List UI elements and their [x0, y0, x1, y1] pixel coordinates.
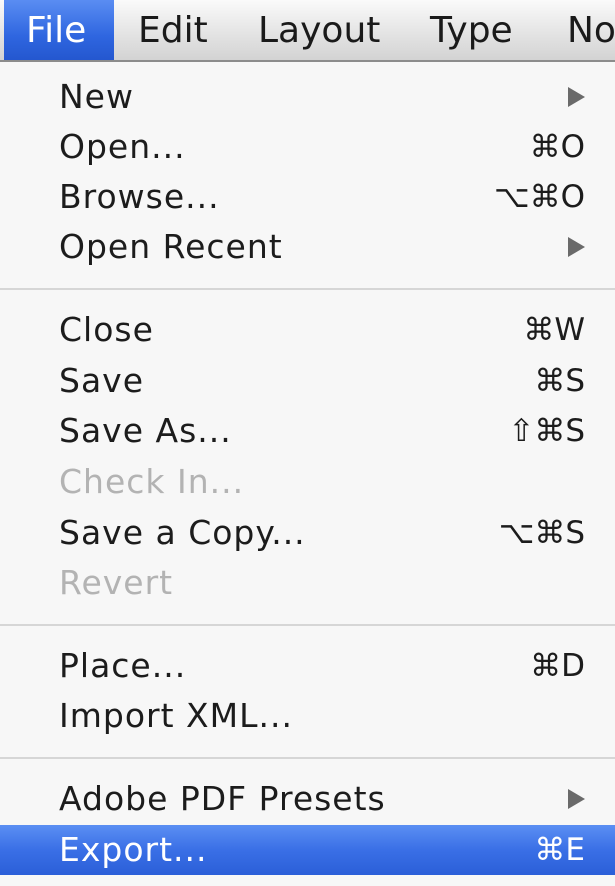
menu-item-label: New: [59, 77, 134, 116]
menu-item-label: Place...: [59, 646, 187, 685]
menu-item-adobe-pdf-presets[interactable]: Adobe PDF Presets: [0, 774, 615, 824]
menu-item-label: Save As...: [59, 411, 232, 450]
menu-item-label: Check In...: [59, 462, 245, 501]
menu-item-save[interactable]: Save ⌘S: [0, 356, 615, 406]
menu-item-label: Browse...: [59, 177, 220, 216]
file-menu-dropdown: New Open... ⌘O Browse... ⌥⌘O Open Recent…: [0, 62, 615, 886]
menu-bar: File Edit Layout Type No: [0, 0, 615, 62]
menu-item-import-xml[interactable]: Import XML...: [0, 691, 615, 741]
menubar-item-layout[interactable]: Layout: [236, 0, 402, 60]
menubar-item-edit[interactable]: Edit: [116, 0, 230, 60]
menubar-item-notes[interactable]: No: [545, 0, 615, 60]
menu-separator: [0, 624, 615, 626]
menu-item-shortcut: ⌘S: [534, 363, 585, 399]
menu-item-label: Adobe PDF Presets: [59, 779, 386, 818]
menu-item-export[interactable]: Export... ⌘E: [0, 825, 615, 875]
submenu-arrow-icon: [568, 87, 585, 107]
menu-item-shortcut: ⌘D: [530, 648, 585, 684]
menu-separator: [0, 757, 615, 759]
menu-item-shortcut: ⌘E: [534, 832, 585, 868]
menu-item-label: Import XML...: [59, 696, 293, 735]
menu-item-revert: Revert: [0, 558, 615, 608]
menu-item-label: Open...: [59, 127, 186, 166]
menu-item-label: Save a Copy...: [59, 513, 306, 552]
menu-item-label: Revert: [59, 563, 174, 602]
menu-item-label: Save: [59, 361, 145, 400]
menu-item-browse[interactable]: Browse... ⌥⌘O: [0, 172, 615, 222]
menubar-item-file[interactable]: File: [4, 0, 114, 60]
menu-separator: [0, 288, 615, 290]
menu-item-shortcut: ⌘W: [523, 312, 585, 348]
menu-item-label: Open Recent: [59, 227, 283, 266]
menu-item-new[interactable]: New: [0, 72, 615, 122]
menu-item-label: Export...: [59, 830, 208, 869]
menu-item-save-as[interactable]: Save As... ⇧⌘S: [0, 406, 615, 456]
menu-item-shortcut: ⌥⌘S: [498, 515, 585, 551]
menu-item-shortcut: ⌘O: [529, 129, 585, 165]
menubar-item-type[interactable]: Type: [408, 0, 535, 60]
menu-item-save-a-copy[interactable]: Save a Copy... ⌥⌘S: [0, 508, 615, 558]
menu-item-check-in: Check In...: [0, 457, 615, 507]
menu-item-label: Close: [59, 310, 154, 349]
menu-item-shortcut: ⇧⌘S: [508, 413, 585, 449]
menu-item-open-recent[interactable]: Open Recent: [0, 222, 615, 272]
submenu-arrow-icon: [568, 237, 585, 257]
submenu-arrow-icon: [568, 789, 585, 809]
menu-item-shortcut: ⌥⌘O: [493, 179, 585, 215]
menu-item-open[interactable]: Open... ⌘O: [0, 122, 615, 172]
menu-item-place[interactable]: Place... ⌘D: [0, 641, 615, 691]
menu-item-close[interactable]: Close ⌘W: [0, 305, 615, 355]
